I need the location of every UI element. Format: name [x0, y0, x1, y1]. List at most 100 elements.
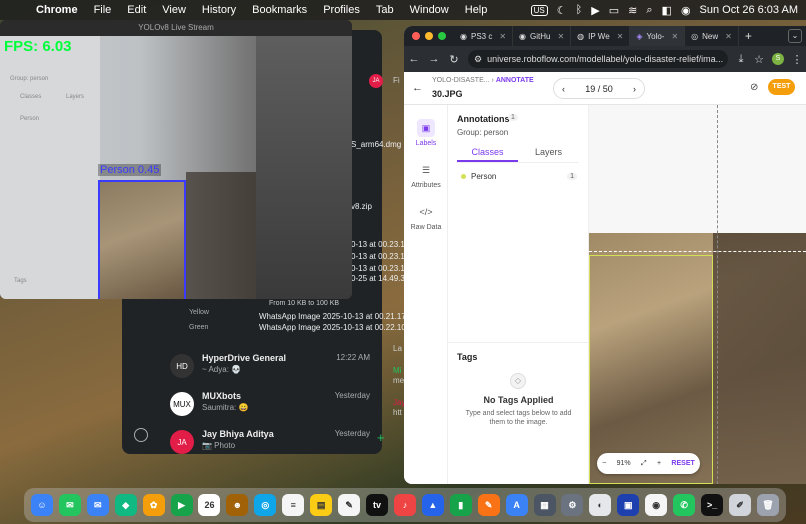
download-item[interactable]: S_arm64.dmg	[351, 140, 401, 149]
dock-whatsapp-icon[interactable]: ✆	[673, 494, 696, 516]
zoom-out-button[interactable]: −	[602, 460, 606, 467]
moon-icon[interactable]: ☾	[557, 4, 567, 17]
menu-view[interactable]: View	[154, 4, 194, 16]
dock-pages-icon[interactable]: ✎	[477, 494, 500, 516]
siri-icon[interactable]: ◉	[681, 4, 691, 17]
dock-settings-icon[interactable]: ⚙	[561, 494, 584, 516]
class-row[interactable]: Person 1	[461, 172, 577, 181]
dock-contacts-icon[interactable]: ☻	[226, 494, 249, 516]
avatar[interactable]: JA	[369, 74, 383, 88]
tab-ip[interactable]: ◍ IP We ✕	[571, 26, 631, 46]
menu-file[interactable]: File	[86, 4, 120, 16]
dock-terminal-icon[interactable]: >_	[701, 494, 724, 516]
dock-facetime-icon[interactable]: ▶	[170, 494, 193, 516]
menu-app-name[interactable]: Chrome	[28, 4, 86, 16]
dock-trash-icon[interactable]: 🗑	[756, 494, 779, 516]
dock-calendar-icon[interactable]: 26	[198, 494, 221, 516]
url-field[interactable]: ⚙ universe.roboflow.com/modellabel/yolo-…	[468, 50, 728, 68]
dock-music-icon[interactable]: ♪	[393, 494, 416, 516]
bluetooth-icon[interactable]: ᛒ	[576, 4, 583, 16]
tab-ps3[interactable]: ◉ PS3 c ✕	[454, 26, 514, 46]
dock-finder-icon[interactable]: ☺	[30, 494, 53, 516]
next-image-icon[interactable]: ›	[633, 84, 636, 94]
tab-github[interactable]: ◉ GitHu ✕	[513, 26, 572, 46]
breadcrumb-project[interactable]: YOLO-DISASTE...	[432, 77, 490, 84]
bookmark-star-icon[interactable]: ☆	[750, 53, 768, 66]
minimize-window-icon[interactable]	[425, 32, 433, 40]
download-item[interactable]: 0-13 at 00.23.1	[351, 252, 405, 261]
zoom-in-button[interactable]: +	[657, 460, 661, 467]
menu-help[interactable]: Help	[457, 4, 496, 16]
menu-bookmarks[interactable]: Bookmarks	[244, 4, 315, 16]
input-source-indicator[interactable]: US	[530, 4, 548, 16]
add-icon[interactable]: +	[377, 430, 385, 445]
dock-pencil-icon[interactable]: ✐	[729, 494, 751, 516]
control-center-icon[interactable]: ◧	[662, 4, 672, 17]
download-item[interactable]: 0-13 at 00.23.1	[351, 240, 405, 249]
chat-row[interactable]: HD HyperDrive General ~ Adya: 💀 12:22 AM	[170, 352, 370, 388]
close-window-icon[interactable]	[412, 32, 420, 40]
dock-screen-icon[interactable]: ▣	[617, 494, 640, 516]
dock-tv-icon[interactable]: tv	[366, 494, 389, 516]
close-tab-icon[interactable]: ✕	[617, 32, 624, 41]
test-button[interactable]: TEST	[768, 79, 795, 95]
tab-classes[interactable]: Classes	[457, 143, 518, 162]
tool-labels[interactable]: ▣ Labels	[404, 119, 448, 147]
menubar-clock[interactable]: Sun Oct 26 6:03 AM	[700, 4, 798, 16]
dock-app-store-icon[interactable]: A	[505, 494, 528, 516]
menu-edit[interactable]: Edit	[119, 4, 154, 16]
tab-layers[interactable]: Layers	[518, 143, 579, 162]
dock-mail-icon[interactable]: ✉	[86, 494, 109, 516]
play-icon[interactable]: ▶	[591, 4, 599, 17]
dock-safari-icon[interactable]: ◎	[254, 494, 277, 516]
dock-keynote-icon[interactable]: ▲	[421, 494, 444, 516]
new-tab-button[interactable]: +	[739, 29, 758, 43]
tool-raw-data[interactable]: </> Raw Data	[404, 203, 448, 231]
download-item[interactable]: WhatsApp Image 2025-10-13 at 00.22.10	[259, 323, 406, 332]
profile-avatar[interactable]: S	[772, 53, 784, 65]
back-arrow-icon[interactable]: ←	[404, 53, 424, 65]
download-item[interactable]: 0-25 at 14.49.3	[351, 274, 405, 283]
reset-zoom-button[interactable]: RESET	[671, 460, 694, 467]
tag-filter[interactable]: Green	[189, 324, 208, 331]
tab-new[interactable]: ◎ New ✕	[685, 26, 739, 46]
dock-numbers-icon[interactable]: ▮	[449, 494, 472, 516]
wifi-icon[interactable]: ≋	[628, 4, 637, 17]
tool-attributes[interactable]: ☰ Attributes	[404, 161, 448, 190]
menu-profiles[interactable]: Profiles	[315, 4, 368, 16]
more-menu-icon[interactable]: ⋮	[788, 53, 806, 66]
dock-freeform-icon[interactable]: ✎	[338, 494, 361, 516]
dock-notes-icon[interactable]: ▤	[310, 494, 333, 516]
dock-maps-icon[interactable]: ◆	[114, 494, 137, 516]
dock-chrome-icon[interactable]: ◉	[645, 494, 668, 516]
hide-annotations-icon[interactable]: ⊘	[750, 82, 758, 93]
dock-launchpad-icon[interactable]: ▦	[533, 494, 556, 516]
download-item[interactable]: WhatsApp Image 2025-10-13 at 00.21.17	[259, 312, 406, 321]
chat-row[interactable]: JA Jay Bhiya Aditya 📷 Photo Yesterday	[170, 428, 370, 464]
maximize-window-icon[interactable]	[438, 32, 446, 40]
dock-preview-icon[interactable]: ◐	[589, 494, 612, 516]
tag-filter[interactable]: Yellow	[189, 309, 209, 316]
annotation-canvas[interactable]: − 91% ⤢ + RESET	[589, 105, 806, 484]
fit-to-screen-icon[interactable]: ⤢	[641, 460, 647, 468]
dock-photos-icon[interactable]: ✿	[142, 494, 165, 516]
settings-icon[interactable]	[134, 428, 148, 442]
menu-tab[interactable]: Tab	[368, 4, 402, 16]
close-tab-icon[interactable]: ✕	[499, 32, 506, 41]
previous-image-icon[interactable]: ‹	[562, 84, 565, 94]
tab-roboflow[interactable]: ◈ Yolo- ✕	[630, 26, 686, 46]
dock-reminders-icon[interactable]: ≡	[282, 494, 305, 516]
close-tab-icon[interactable]: ✕	[557, 32, 564, 41]
person-bounding-box[interactable]	[589, 255, 713, 484]
battery-icon[interactable]: ▭	[609, 4, 619, 17]
forward-arrow-icon[interactable]: →	[424, 53, 444, 65]
download-item[interactable]: 0-13 at 00.23.1	[351, 264, 405, 273]
reload-icon[interactable]: ↻	[444, 53, 464, 66]
back-arrow-icon[interactable]: ←	[412, 82, 423, 94]
chat-row[interactable]: MUX MUXbots Saumitra: 😀 Yesterday	[170, 390, 370, 426]
search-icon[interactable]: ⌕	[646, 4, 652, 17]
download-icon[interactable]: ⤓	[732, 53, 750, 66]
site-info-icon[interactable]: ⚙	[474, 54, 482, 65]
tab-search-icon[interactable]: ⌄	[788, 29, 802, 43]
menu-window[interactable]: Window	[402, 4, 457, 16]
